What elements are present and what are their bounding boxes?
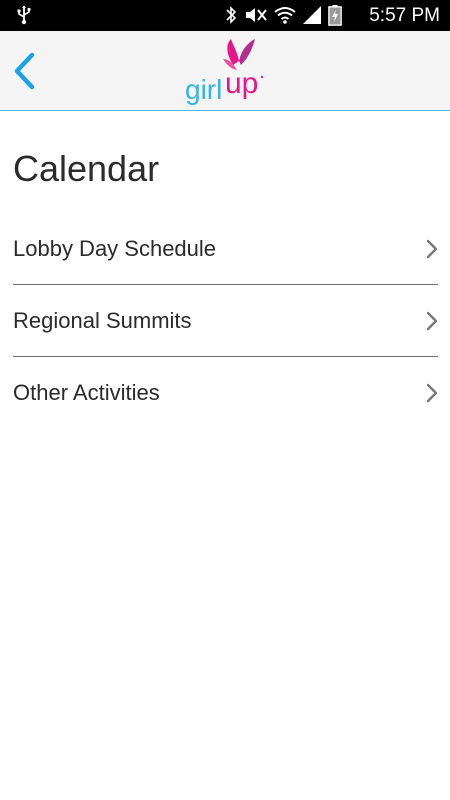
menu-item-label: Lobby Day Schedule: [13, 236, 217, 261]
girlup-logo: girl up: [185, 39, 264, 105]
app-header: girl up: [0, 31, 450, 111]
status-time: 5:57 PM: [369, 5, 440, 26]
chevron-right-icon: [426, 311, 438, 331]
page-title: Calendar: [13, 148, 160, 189]
wifi-icon: [274, 7, 296, 24]
menu-item-regional-summits[interactable]: Regional Summits: [13, 285, 438, 357]
back-button[interactable]: [8, 49, 44, 93]
chevron-left-icon: [14, 52, 35, 90]
svg-text:girl: girl: [185, 74, 222, 105]
usb-icon: [17, 5, 31, 25]
chevron-right-icon: [426, 383, 438, 403]
bluetooth-icon: [226, 6, 237, 24]
signal-icon: [303, 6, 321, 24]
calendar-menu-list: Lobby Day Schedule Regional Summits Othe…: [13, 213, 438, 429]
status-icons: [224, 4, 342, 26]
mute-icon: [246, 8, 267, 22]
svg-text:up: up: [225, 67, 258, 100]
menu-item-label: Other Activities: [13, 380, 160, 405]
battery-charging-icon: [328, 5, 342, 26]
menu-item-other-activities[interactable]: Other Activities: [13, 357, 438, 429]
menu-item-lobby-day-schedule[interactable]: Lobby Day Schedule: [13, 213, 438, 285]
chevron-right-icon: [426, 239, 438, 259]
menu-item-label: Regional Summits: [13, 308, 192, 333]
status-bar: 5:57 PM: [0, 0, 450, 31]
